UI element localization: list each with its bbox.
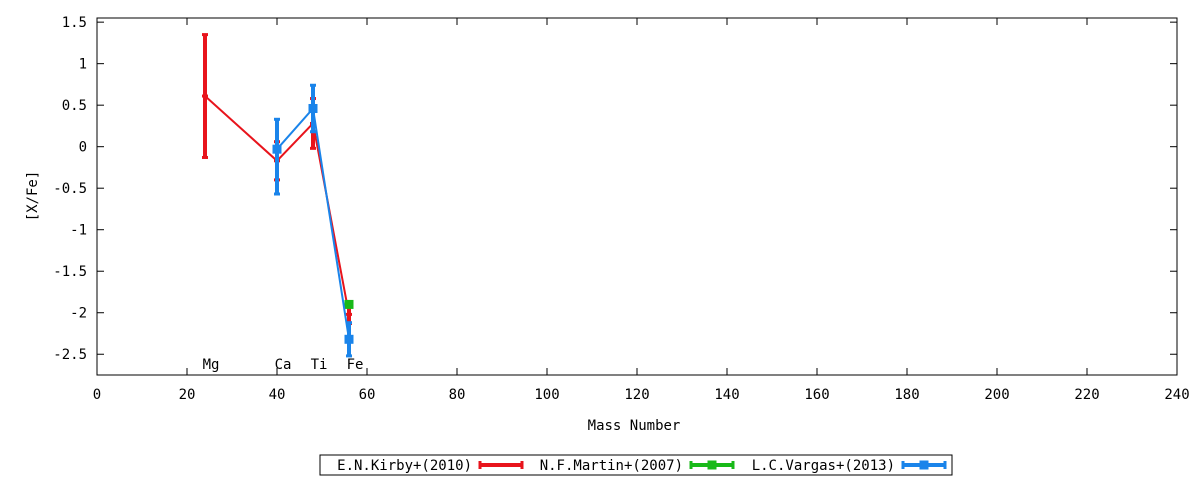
- legend-label: N.F.Martin+(2007): [540, 458, 683, 474]
- data-point: [308, 103, 318, 113]
- x-tick-label: 180: [894, 387, 919, 403]
- x-tick-label: 100: [534, 387, 559, 403]
- y-tick-label: 1: [79, 57, 87, 73]
- series-3: [272, 83, 354, 358]
- y-tick-label: -0.5: [53, 181, 87, 197]
- element-label: Ca: [275, 357, 292, 373]
- data-point: [344, 299, 354, 309]
- y-tick-label: -2: [70, 306, 87, 322]
- element-label: Ti: [311, 357, 328, 373]
- series-group: [202, 33, 354, 358]
- legend-label: E.N.Kirby+(2010): [337, 458, 472, 474]
- y-tick-label: 0.5: [62, 98, 87, 114]
- x-tick-label: 120: [624, 387, 649, 403]
- chart: 0 20 40 60 80 100 120 140 160 180 200 220 240 1.5 1 0.5…: [25, 15, 1190, 476]
- data-point: [272, 144, 282, 154]
- x-tick-label: 60: [359, 387, 376, 403]
- y-axis-label: [X/Fe]: [25, 171, 41, 222]
- legend-marker: [919, 460, 929, 470]
- element-label: Mg: [203, 357, 220, 373]
- x-tick-label: 160: [804, 387, 829, 403]
- x-tick-label: 0: [93, 387, 101, 403]
- x-tick-label: 200: [984, 387, 1009, 403]
- plot-border: [96, 17, 1178, 376]
- x-axis-label: Mass Number: [588, 418, 681, 434]
- legend-label: L.C.Vargas+(2013): [752, 458, 895, 474]
- legend: E.N.Kirby+(2010) N.F.Martin+(2007) L.C.Var…: [319, 454, 953, 476]
- y-tick-label: 1.5: [62, 15, 87, 31]
- plot-frame: [96, 17, 1178, 376]
- element-labels: Mg Ca Ti Fe: [203, 357, 364, 373]
- series-2: [344, 299, 354, 309]
- x-tick-label: 220: [1074, 387, 1099, 403]
- legend-marker: [707, 460, 717, 470]
- y-tick-label: -1.5: [53, 264, 87, 280]
- x-tick-label: 40: [269, 387, 286, 403]
- x-tick-label: 80: [449, 387, 466, 403]
- axis-ticks: 0 20 40 60 80 100 120 140 160 180 200 220 240 1.5 1 0.5…: [53, 15, 1189, 403]
- x-tick-label: 20: [179, 387, 196, 403]
- y-tick-label: -1: [70, 223, 87, 239]
- x-tick-label: 140: [714, 387, 739, 403]
- y-tick-label: -2.5: [53, 347, 87, 363]
- x-tick-label: 240: [1164, 387, 1189, 403]
- y-tick-label: 0: [79, 140, 87, 156]
- data-point: [344, 334, 354, 344]
- element-label: Fe: [347, 357, 364, 373]
